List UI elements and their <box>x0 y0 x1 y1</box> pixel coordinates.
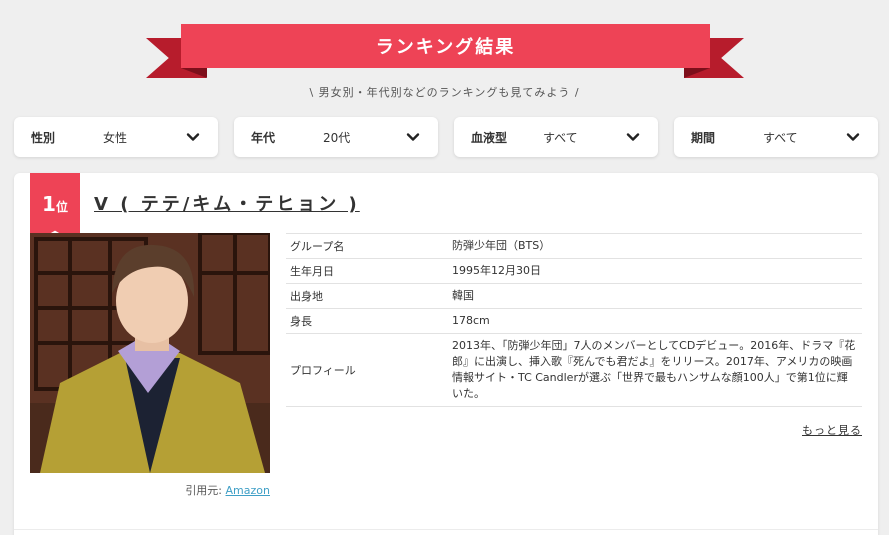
ranking-card: 1位 V ( テテ/キム・テヒョン ) 引用元: Amazon グループ名 防弾… <box>14 173 878 535</box>
filter-age[interactable]: 年代 20代 <box>234 117 438 157</box>
filter-label: 性別 <box>31 130 56 145</box>
table-row: 生年月日 1995年12月30日 <box>286 258 862 284</box>
table-row: プロフィール 2013年、「防弾少年団」7人のメンバーとしてCDデビュー。201… <box>286 333 862 407</box>
rank-number: 1 <box>42 192 56 216</box>
see-more-link[interactable]: もっと見る <box>802 422 862 438</box>
table-row: 身長 178cm <box>286 308 862 334</box>
photo-illustration <box>30 233 270 473</box>
filter-label: 血液型 <box>471 130 508 145</box>
filter-label: 期間 <box>691 130 716 145</box>
filter-value: すべて <box>763 130 798 145</box>
filter-blood-type[interactable]: 血液型 すべて <box>454 117 658 157</box>
row-value: 防弾少年団（BTS） <box>448 233 862 259</box>
table-row: グループ名 防弾少年団（BTS） <box>286 233 862 259</box>
table-row: 出身地 韓国 <box>286 283 862 309</box>
row-key: 出身地 <box>286 283 448 309</box>
filter-bar: 性別 女性 年代 20代 血液型 すべて 期間 すべて <box>14 117 878 157</box>
ribbon-banner: ランキング結果 <box>181 24 710 68</box>
chevron-down-icon <box>846 133 860 141</box>
filter-label: 年代 <box>251 130 276 145</box>
row-value: 韓国 <box>448 283 862 309</box>
person-photo[interactable] <box>30 233 270 473</box>
image-credit: 引用元: Amazon <box>30 482 270 498</box>
rank-suffix: 位 <box>55 200 68 214</box>
filter-value: すべて <box>543 130 578 145</box>
row-key: プロフィール <box>286 333 448 407</box>
credit-prefix: 引用元: <box>185 484 223 497</box>
row-key: 生年月日 <box>286 258 448 284</box>
row-value: 178cm <box>448 308 862 334</box>
chevron-down-icon <box>406 133 420 141</box>
filter-value: 20代 <box>323 130 351 145</box>
chevron-down-icon <box>626 133 640 141</box>
row-key: グループ名 <box>286 233 448 259</box>
profile-table: グループ名 防弾少年団（BTS） 生年月日 1995年12月30日 出身地 韓国… <box>286 233 862 407</box>
person-name-link[interactable]: V ( テテ/キム・テヒョン ) <box>94 190 360 216</box>
card-divider <box>14 529 878 530</box>
header-ribbon: ランキング結果 <box>0 0 889 90</box>
filter-value: 女性 <box>103 130 128 145</box>
credit-link-amazon[interactable]: Amazon <box>226 484 270 497</box>
filter-gender[interactable]: 性別 女性 <box>14 117 218 157</box>
page-title: ランキング結果 <box>375 37 516 58</box>
row-value: 1995年12月30日 <box>448 258 862 284</box>
page-subtitle: \ 男女別・年代別などのランキングも見てみよう / <box>309 86 580 99</box>
chevron-down-icon <box>186 133 200 141</box>
filter-period[interactable]: 期間 すべて <box>674 117 878 157</box>
row-value: 2013年、「防弾少年団」7人のメンバーとしてCDデビュー。2016年、ドラマ『… <box>448 333 862 407</box>
row-key: 身長 <box>286 308 448 334</box>
